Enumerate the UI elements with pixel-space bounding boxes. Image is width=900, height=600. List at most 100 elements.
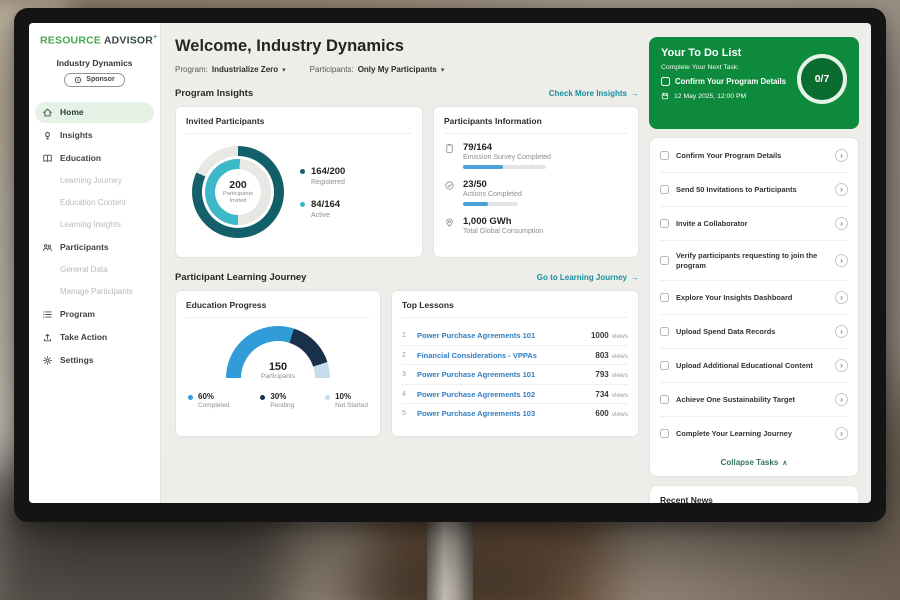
chevron-right-icon[interactable]: › bbox=[835, 183, 848, 196]
sidebar-item-learning-insights[interactable]: Learning Insights bbox=[35, 215, 154, 235]
sidebar-item-manage-participants[interactable]: Manage Participants bbox=[35, 282, 154, 302]
card-title: Invited Participants bbox=[186, 116, 412, 134]
education-gauge-chart: 150 Participants bbox=[226, 326, 330, 379]
sidebar-item-education[interactable]: Education bbox=[35, 148, 154, 169]
lesson-link[interactable]: Financial Considerations - VPPAs bbox=[417, 351, 588, 360]
todo-column: Your To Do List Complete Your Next Task:… bbox=[649, 23, 871, 503]
collapse-tasks-button[interactable]: Collapse Tasks∧ bbox=[660, 450, 848, 476]
sidebar-item-education-content[interactable]: Education Content bbox=[35, 193, 154, 213]
people-icon bbox=[42, 242, 53, 253]
lesson-link[interactable]: Power Purchase Agreements 103 bbox=[417, 409, 588, 418]
lesson-rank: 2 bbox=[402, 352, 410, 359]
stat-value: 1,000 GWh bbox=[463, 216, 543, 227]
legend-value: 164/200 bbox=[311, 166, 345, 177]
task-row-achieve-target[interactable]: Achieve One Sustainability Target › bbox=[660, 383, 848, 417]
task-row-confirm-program[interactable]: Confirm Your Program Details › bbox=[660, 139, 848, 173]
lesson-link[interactable]: Power Purchase Agreements 101 bbox=[417, 331, 584, 340]
sidebar-item-insights[interactable]: Insights bbox=[35, 125, 154, 146]
task-row-explore-insights[interactable]: Explore Your Insights Dashboard › bbox=[660, 281, 848, 315]
task-label: Send 50 Invitations to Participants bbox=[676, 185, 828, 195]
logo-primary: RESOURCE bbox=[40, 35, 101, 47]
legend-item-pending: 30% Pending bbox=[260, 392, 294, 409]
home-icon bbox=[42, 107, 53, 118]
checkbox-icon[interactable] bbox=[660, 256, 669, 265]
stat-global-consumption: 1,000 GWh Total Global Consumption bbox=[444, 216, 628, 235]
task-row-send-invitations[interactable]: Send 50 Invitations to Participants › bbox=[660, 173, 848, 207]
checkbox-icon[interactable] bbox=[660, 361, 669, 370]
location-pin-icon bbox=[444, 217, 455, 228]
lesson-link[interactable]: Power Purchase Agreements 101 bbox=[417, 370, 588, 379]
task-row-complete-learning-journey[interactable]: Complete Your Learning Journey › bbox=[660, 417, 848, 450]
chevron-right-icon[interactable]: › bbox=[835, 325, 848, 338]
lesson-rank: 4 bbox=[402, 391, 410, 398]
go-to-learning-journey-link[interactable]: Go to Learning Journey → bbox=[537, 273, 639, 282]
participants-dropdown[interactable]: Participants: Only My Participants ▾ bbox=[310, 65, 445, 74]
lesson-views: 600views bbox=[595, 409, 628, 418]
calendar-icon bbox=[661, 92, 669, 100]
gauge-center: 150 Participants bbox=[226, 361, 330, 379]
sponsor-badge[interactable]: Sponsor bbox=[64, 73, 124, 87]
chevron-right-icon[interactable]: › bbox=[835, 427, 848, 440]
checkbox-icon[interactable] bbox=[660, 185, 669, 194]
task-row-upload-educational-content[interactable]: Upload Additional Educational Content › bbox=[660, 349, 848, 383]
legend-label: Active bbox=[311, 212, 340, 219]
lightbulb-icon bbox=[42, 130, 53, 141]
checkbox-icon[interactable] bbox=[660, 395, 669, 404]
background-scene: RESOURCE ADVISOR+ Industry Dynamics Spon… bbox=[0, 0, 900, 600]
checkbox-icon[interactable] bbox=[660, 327, 669, 336]
checkbox-icon[interactable] bbox=[660, 151, 669, 160]
chevron-down-icon: ▾ bbox=[441, 66, 445, 74]
invited-participants-card: Invited Participants 200 Participants In… bbox=[175, 106, 423, 258]
sidebar-item-program[interactable]: Program bbox=[35, 304, 154, 325]
program-label: Program: bbox=[175, 65, 208, 74]
task-row-verify-participants[interactable]: Verify participants requesting to join t… bbox=[660, 241, 848, 281]
legend-label: Completed bbox=[198, 402, 229, 409]
sidebar-item-learning-journey[interactable]: Learning Journey bbox=[35, 171, 154, 191]
logo-secondary: ADVISOR bbox=[104, 35, 153, 47]
info-progress-fill bbox=[463, 202, 488, 206]
chevron-right-icon[interactable]: › bbox=[835, 291, 848, 304]
chevron-right-icon[interactable]: › bbox=[835, 254, 848, 267]
page-title: Welcome, Industry Dynamics bbox=[175, 37, 639, 56]
chevron-right-icon[interactable]: › bbox=[835, 359, 848, 372]
checkbox-icon[interactable] bbox=[660, 293, 669, 302]
sidebar-item-settings[interactable]: Settings bbox=[35, 350, 154, 371]
sidebar-item-home[interactable]: Home bbox=[35, 102, 154, 123]
sidebar-item-label: Participants bbox=[60, 242, 109, 252]
lesson-rank: 3 bbox=[402, 371, 410, 378]
todo-next-task[interactable]: Confirm Your Program Details bbox=[661, 77, 799, 86]
checkbox-icon[interactable] bbox=[660, 429, 669, 438]
lesson-link[interactable]: Power Purchase Agreements 102 bbox=[417, 390, 588, 399]
sidebar-item-participants[interactable]: Participants bbox=[35, 237, 154, 258]
legend-dot bbox=[325, 395, 330, 400]
task-row-invite-collaborator[interactable]: Invite a Collaborator › bbox=[660, 207, 848, 241]
sidebar-item-label: Home bbox=[60, 107, 84, 117]
stat-value: 79/164 bbox=[463, 142, 551, 153]
todo-progress-ring: 0/7 bbox=[797, 54, 847, 104]
chevron-right-icon[interactable]: › bbox=[835, 149, 848, 162]
arrow-right-icon: → bbox=[631, 273, 639, 282]
donut-center-label: Participants Invited bbox=[219, 191, 257, 205]
sidebar-item-take-action[interactable]: Take Action bbox=[35, 327, 154, 348]
task-label: Upload Additional Educational Content bbox=[676, 361, 828, 371]
chevron-right-icon[interactable]: › bbox=[835, 393, 848, 406]
check-more-insights-link[interactable]: Check More Insights → bbox=[549, 89, 639, 98]
sidebar-item-general-data[interactable]: General Data bbox=[35, 260, 154, 280]
program-dropdown[interactable]: Program: Industrialize Zero ▾ bbox=[175, 65, 286, 74]
top-lessons-card: Top Lessons 1 Power Purchase Agreements … bbox=[391, 290, 639, 437]
lesson-views: 1000views bbox=[591, 331, 628, 340]
task-label: Invite a Collaborator bbox=[676, 219, 828, 229]
checkbox-icon[interactable] bbox=[660, 219, 669, 228]
todo-progress-value: 0/7 bbox=[815, 73, 830, 85]
task-label: Upload Spend Data Records bbox=[676, 327, 828, 337]
card-title: Top Lessons bbox=[402, 300, 628, 318]
book-icon bbox=[42, 153, 53, 164]
lesson-row: 2 Financial Considerations - VPPAs 803vi… bbox=[402, 346, 628, 366]
chevron-right-icon[interactable]: › bbox=[835, 217, 848, 230]
main-content: Welcome, Industry Dynamics Program: Indu… bbox=[161, 23, 649, 503]
checkbox-icon[interactable] bbox=[661, 77, 670, 86]
legend-label: Not Started bbox=[335, 402, 368, 409]
task-row-upload-spend-data[interactable]: Upload Spend Data Records › bbox=[660, 315, 848, 349]
lesson-rank: 5 bbox=[402, 410, 410, 417]
sidebar-item-label: Education Content bbox=[60, 198, 126, 207]
